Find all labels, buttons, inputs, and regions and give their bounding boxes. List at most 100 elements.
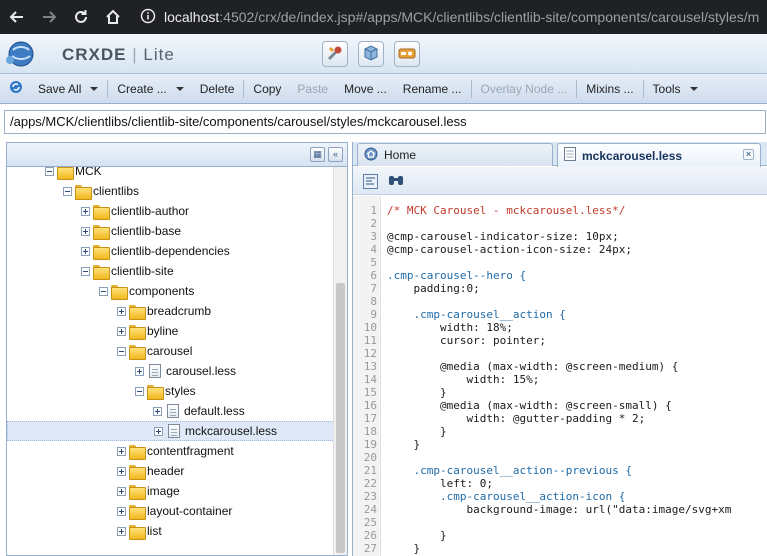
refresh-icon[interactable]: [8, 79, 24, 98]
tree-item[interactable]: carousel: [7, 341, 335, 361]
url-path: :4502/crx/de/index.jsp#/apps/MCK/clientl…: [219, 9, 760, 25]
code-editor[interactable]: 1 /* MCK Carousel - mckcarousel.less*/ 2 3 @…: [353, 196, 767, 556]
expand-toggle-icon[interactable]: [81, 246, 90, 256]
tree-panel-header: ▦ «: [7, 143, 347, 167]
app-title: CRXDE | Lite: [62, 45, 175, 65]
code-line: 18 }: [353, 425, 767, 438]
line-number: 20: [363, 451, 377, 464]
tree-item[interactable]: layout-container: [7, 501, 335, 521]
tree-item[interactable]: contentfragment: [7, 441, 335, 461]
console-mode-button[interactable]: [394, 41, 420, 67]
paste-button[interactable]: Paste: [289, 78, 336, 100]
tree-item-label: clientlibs: [93, 184, 140, 198]
tree-item[interactable]: carousel.less: [7, 361, 335, 381]
chevron-down-icon[interactable]: [689, 86, 698, 91]
code-line: 7 padding:0;: [353, 282, 767, 295]
package-mode-button[interactable]: [358, 41, 384, 67]
delete-button[interactable]: Delete: [192, 78, 243, 100]
url-text[interactable]: localhost:4502/crx/de/index.jsp#/apps/MC…: [164, 9, 759, 25]
expand-toggle-icon[interactable]: [117, 306, 126, 316]
reload-icon[interactable]: [66, 2, 96, 32]
tree-item[interactable]: byline: [7, 321, 335, 341]
move-button[interactable]: Move ...: [336, 78, 395, 100]
expand-toggle-icon[interactable]: [154, 426, 163, 436]
folder-icon: [93, 204, 110, 220]
browser-toolbar: localhost:4502/crx/de/index.jsp#/apps/MC…: [0, 0, 767, 34]
tree-item[interactable]: image: [7, 481, 335, 501]
close-icon[interactable]: ×: [743, 149, 754, 160]
chevron-down-icon[interactable]: [90, 86, 99, 91]
tree-item[interactable]: clientlibs: [7, 181, 335, 201]
expand-toggle-icon[interactable]: [135, 366, 144, 376]
line-number: 14: [363, 373, 377, 386]
collapse-panel-icon[interactable]: «: [328, 147, 343, 162]
expand-toggle-icon[interactable]: [117, 506, 126, 516]
save-all-button[interactable]: Save All: [30, 78, 106, 100]
chevron-down-icon[interactable]: [175, 86, 184, 91]
folder-icon: [129, 324, 146, 340]
create-button[interactable]: Create ...: [109, 78, 191, 100]
info-icon[interactable]: [140, 8, 156, 27]
address-bar[interactable]: localhost:4502/crx/de/index.jsp#/apps/MC…: [140, 3, 759, 31]
collapse-toggle-icon[interactable]: [117, 346, 126, 356]
tree-item[interactable]: styles: [7, 381, 335, 401]
console-icon: [398, 44, 416, 65]
tree-item[interactable]: clientlib-base: [7, 221, 335, 241]
line-number: 4: [370, 243, 377, 256]
tree-item[interactable]: mckcarousel.less: [7, 421, 335, 441]
home-icon[interactable]: [98, 2, 128, 32]
package-icon: [362, 44, 380, 65]
collapse-toggle-icon[interactable]: [81, 266, 90, 276]
overlay-node-button[interactable]: Overlay Node ...: [473, 78, 576, 100]
expand-toggle-icon[interactable]: [117, 446, 126, 456]
expand-toggle-icon[interactable]: [153, 406, 162, 416]
tree-item-label: contentfragment: [147, 444, 234, 458]
collapse-toggle-icon[interactable]: [45, 167, 54, 176]
tree-item[interactable]: header: [7, 461, 335, 481]
tree-item[interactable]: clientlib-dependencies: [7, 241, 335, 261]
path-input[interactable]: /apps/MCK/clientlibs/clientlib-site/comp…: [4, 110, 766, 134]
tree-item[interactable]: clientlib-site: [7, 261, 335, 281]
search-icon[interactable]: [387, 172, 405, 190]
copy-button[interactable]: Copy: [245, 78, 289, 100]
expand-toggle-icon[interactable]: [117, 326, 126, 336]
expand-toggle-icon[interactable]: [117, 486, 126, 496]
tab-home[interactable]: Home: [357, 143, 553, 166]
collapse-toggle-icon[interactable]: [63, 186, 72, 196]
collapse-toggle-icon[interactable]: [99, 286, 108, 296]
code-text: .cmp-carousel__action {: [387, 308, 566, 321]
expand-toggle-icon[interactable]: [117, 466, 126, 476]
forward-icon[interactable]: [34, 2, 64, 32]
line-number: 2: [370, 217, 377, 230]
mixins-button[interactable]: Mixins ...: [578, 78, 641, 100]
expand-toggle-icon[interactable]: [81, 226, 90, 236]
code-line: 17 width: @gutter-padding * 2;: [353, 412, 767, 425]
tree-item[interactable]: clientlib-author: [7, 201, 335, 221]
line-number: 24: [363, 503, 377, 516]
line-number: 6: [370, 269, 377, 282]
expand-toggle-icon[interactable]: [81, 206, 90, 216]
tree-filter-icon[interactable]: ▦: [310, 147, 325, 162]
tree-item[interactable]: MCK: [7, 167, 335, 181]
tree-scrollbar[interactable]: [333, 167, 347, 555]
tree-item[interactable]: default.less: [7, 401, 335, 421]
line-number: 25: [363, 516, 377, 529]
tree-item[interactable]: components: [7, 281, 335, 301]
tree-item[interactable]: list: [7, 521, 335, 541]
format-icon[interactable]: [361, 172, 379, 190]
collapse-toggle-icon[interactable]: [135, 386, 144, 396]
tab-mckcarousel[interactable]: mckcarousel.less ×: [557, 143, 761, 167]
url-host: localhost: [164, 9, 220, 25]
scrollbar-thumb[interactable]: [336, 283, 345, 553]
folder-icon: [129, 504, 146, 520]
rename-button[interactable]: Rename ...: [395, 78, 470, 100]
back-icon[interactable]: [2, 2, 32, 32]
expand-toggle-icon[interactable]: [117, 526, 126, 536]
develop-mode-button[interactable]: [322, 41, 348, 67]
code-line: 8: [353, 295, 767, 308]
tree-item[interactable]: breadcrumb: [7, 301, 335, 321]
folder-icon: [129, 444, 146, 460]
tools-button[interactable]: Tools: [645, 78, 706, 100]
file-icon: [149, 364, 161, 378]
code-text: /* MCK Carousel - mckcarousel.less*/: [387, 204, 626, 217]
